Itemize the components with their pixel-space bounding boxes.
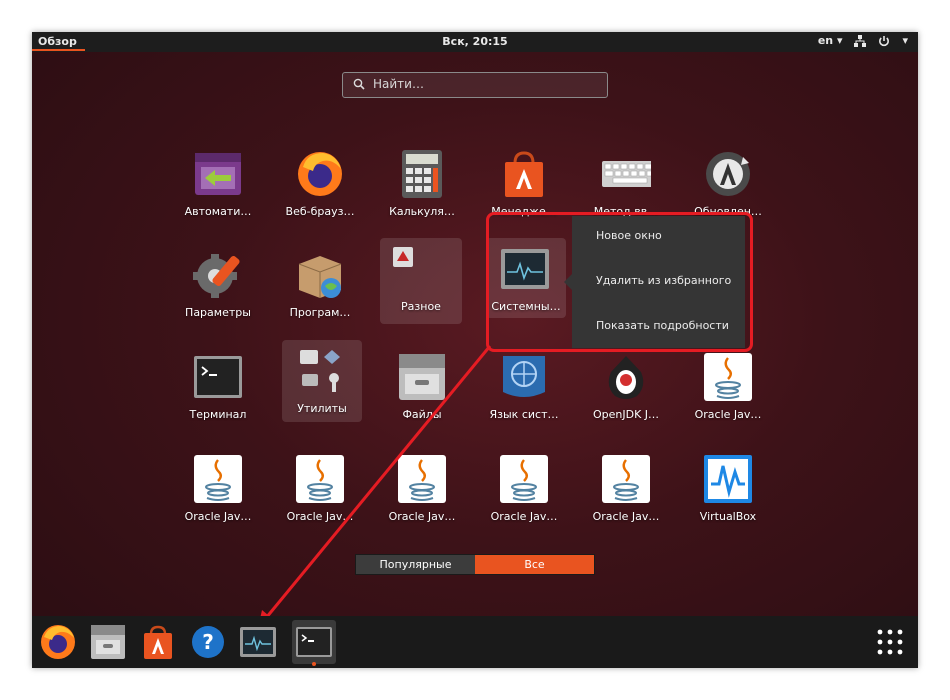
tab-all[interactable]: Все: [475, 555, 594, 574]
dock-terminal-icon[interactable]: [292, 620, 336, 666]
dock-system-monitor-icon[interactable]: [236, 620, 280, 664]
desktop-screen: Обзор Вск, 20:15 en ▾ ▾ Найти… Автомати……: [32, 32, 918, 668]
dock-files-icon[interactable]: [86, 620, 130, 664]
show-apps-icon[interactable]: [868, 620, 912, 664]
dock-software-center-icon[interactable]: [136, 620, 180, 664]
svg-text:?: ?: [202, 630, 214, 654]
tab-popular[interactable]: Популярные: [356, 555, 475, 574]
dock-firefox-icon[interactable]: [36, 620, 80, 664]
running-indicator: [312, 662, 316, 666]
dock-help-icon[interactable]: ?: [186, 620, 230, 664]
app-view-tabs: Популярные Все: [355, 554, 595, 575]
dock: ?: [32, 616, 918, 668]
